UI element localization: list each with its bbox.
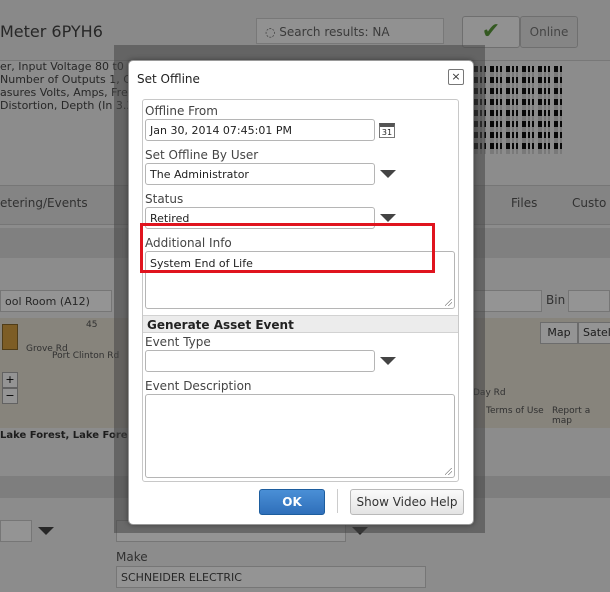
set-by-user-select[interactable]: The Administrator: [145, 163, 375, 185]
chevron-down-icon[interactable]: [380, 214, 396, 222]
status-highlight-box: [140, 223, 435, 273]
show-video-help-button[interactable]: Show Video Help: [350, 489, 464, 515]
resize-grip-icon[interactable]: [445, 299, 452, 306]
dialog-title: Set Offline: [137, 72, 200, 86]
chevron-down-icon[interactable]: [380, 170, 396, 178]
offline-from-label: Offline From: [145, 104, 218, 118]
resize-grip-icon[interactable]: [445, 468, 452, 475]
offline-from-input[interactable]: Jan 30, 2014 07:45:01 PM: [145, 119, 375, 141]
event-description-textarea[interactable]: [145, 394, 455, 478]
close-icon[interactable]: ×: [448, 69, 464, 85]
ok-button[interactable]: OK: [259, 489, 325, 515]
generate-event-header: Generate Asset Event: [143, 315, 458, 333]
chevron-down-icon[interactable]: [380, 357, 396, 365]
set-offline-dialog: Set Offline × Offline From Jan 30, 2014 …: [128, 60, 474, 525]
button-separator: [337, 489, 338, 513]
calendar-icon[interactable]: 31: [379, 123, 395, 138]
event-description-label: Event Description: [145, 379, 252, 393]
dialog-form-panel: Offline From Jan 30, 2014 07:45:01 PM 31…: [140, 99, 459, 482]
event-type-label: Event Type: [145, 335, 211, 349]
set-by-user-label: Set Offline By User: [145, 148, 259, 162]
status-label: Status: [145, 192, 184, 206]
event-type-select[interactable]: [145, 350, 375, 372]
